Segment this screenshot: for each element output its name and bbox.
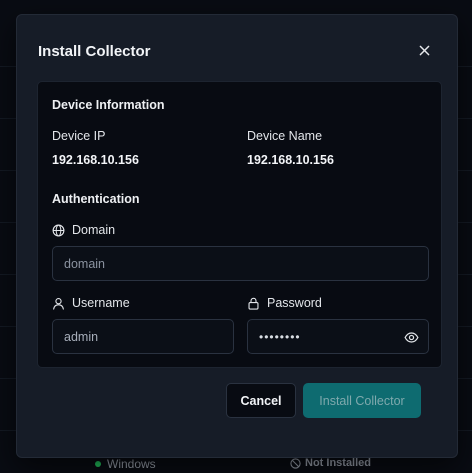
close-icon: [419, 45, 429, 55]
user-icon: [53, 297, 64, 310]
password-label-text: Password: [267, 296, 322, 310]
password-label: Password: [247, 296, 322, 310]
device-information-heading: Device Information: [52, 98, 165, 112]
domain-label: Domain: [52, 223, 115, 237]
domain-label-text: Domain: [72, 223, 116, 237]
install-collector-button[interactable]: Install Collector: [303, 383, 421, 418]
password-masked-value: ••••••••: [259, 329, 301, 344]
os-label: Windows: [107, 457, 156, 471]
username-label-text: Username: [72, 296, 130, 310]
authentication-heading: Authentication: [52, 192, 140, 206]
install-status-label: Not Installed: [305, 457, 372, 469]
lock-icon: [248, 297, 259, 310]
username-input[interactable]: admin: [52, 319, 234, 354]
eye-icon: [404, 332, 419, 343]
dialog-title: Install Collector: [38, 43, 151, 60]
online-status-dot: [95, 461, 101, 467]
device-ip-value: 192.168.10.156: [52, 153, 139, 167]
username-label: Username: [52, 296, 130, 310]
device-ip-label: Device IP: [52, 129, 106, 143]
not-installed-icon: [290, 457, 301, 469]
os-cell: Windows: [95, 457, 156, 471]
username-value: admin: [64, 329, 99, 344]
device-name-label: Device Name: [247, 129, 323, 143]
cancel-button[interactable]: Cancel: [226, 383, 296, 418]
form-panel: Device Information Device IP 192.168.10.…: [37, 81, 442, 368]
device-name-value: 192.168.10.156: [247, 153, 334, 167]
install-collector-dialog: Install Collector Device Information Dev…: [16, 14, 458, 458]
password-input[interactable]: ••••••••: [247, 319, 429, 354]
install-status-cell: Not Installed: [290, 457, 371, 469]
domain-placeholder: domain: [64, 256, 105, 271]
domain-input[interactable]: domain: [52, 246, 429, 281]
globe-icon: [52, 224, 65, 236]
close-button[interactable]: [415, 41, 433, 59]
show-password-toggle[interactable]: [404, 330, 419, 345]
